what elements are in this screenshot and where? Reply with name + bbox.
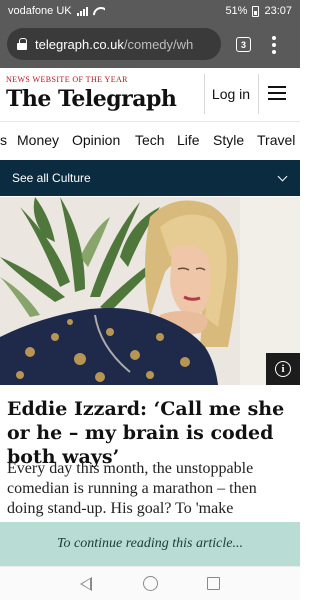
chevron-down-icon <box>277 171 288 182</box>
nav-item-opinion[interactable]: Opinion <box>72 132 120 148</box>
overflow-menu-icon[interactable] <box>271 36 277 54</box>
continue-reading-banner[interactable]: To continue reading this article... <box>0 522 300 566</box>
nav-item-travel[interactable]: Travel <box>257 132 295 148</box>
see-all-culture-bar[interactable]: See all Culture <box>0 160 300 196</box>
lock-icon <box>17 38 27 50</box>
section-nav: s Money Opinion Tech Life Style Travel <box>0 121 300 157</box>
hero-image <box>0 197 300 385</box>
signal-icon <box>76 6 88 16</box>
address-bar[interactable]: telegraph.co.uk/comedy/wh <box>7 28 221 60</box>
image-info-button[interactable]: i <box>266 353 300 385</box>
back-icon[interactable] <box>80 577 92 591</box>
hero-photo <box>0 197 300 385</box>
nav-item-tech[interactable]: Tech <box>135 132 165 148</box>
nav-item-money[interactable]: Money <box>17 132 59 148</box>
browser-toolbar: telegraph.co.uk/comedy/wh 3 <box>0 22 300 68</box>
system-navigation-bar <box>0 566 300 600</box>
carrier-label: vodafone UK <box>8 5 72 17</box>
continue-reading-text: To continue reading this article... <box>56 536 243 551</box>
nav-item-life[interactable]: Life <box>177 132 200 148</box>
home-icon[interactable] <box>143 576 158 591</box>
telegraph-logo[interactable]: The Telegraph <box>6 86 177 112</box>
tab-switcher-icon[interactable]: 3 <box>236 37 251 52</box>
info-icon: i <box>275 361 291 377</box>
battery-icon <box>252 5 260 17</box>
url-domain: telegraph.co.uk <box>35 36 124 52</box>
url-path: /comedy/wh <box>123 36 194 52</box>
status-bar: vodafone UK 51% 23:07 <box>0 0 300 22</box>
article-standfirst: Every day this month, the unstoppable co… <box>7 460 257 517</box>
battery-percent: 51% <box>225 5 248 17</box>
recents-icon[interactable] <box>207 577 220 590</box>
clock: 23:07 <box>264 5 292 17</box>
login-button[interactable]: Log in <box>205 68 257 120</box>
hamburger-menu-icon[interactable] <box>268 86 286 100</box>
site-header: News website of the year The Telegraph L… <box>0 68 300 120</box>
nav-item-partial[interactable]: s <box>0 132 7 148</box>
culture-bar-label: See all Culture <box>12 171 91 185</box>
header-divider <box>258 74 259 114</box>
wifi-icon <box>93 7 105 16</box>
site-tagline: News website of the year <box>6 75 128 84</box>
nav-item-style[interactable]: Style <box>213 132 244 148</box>
